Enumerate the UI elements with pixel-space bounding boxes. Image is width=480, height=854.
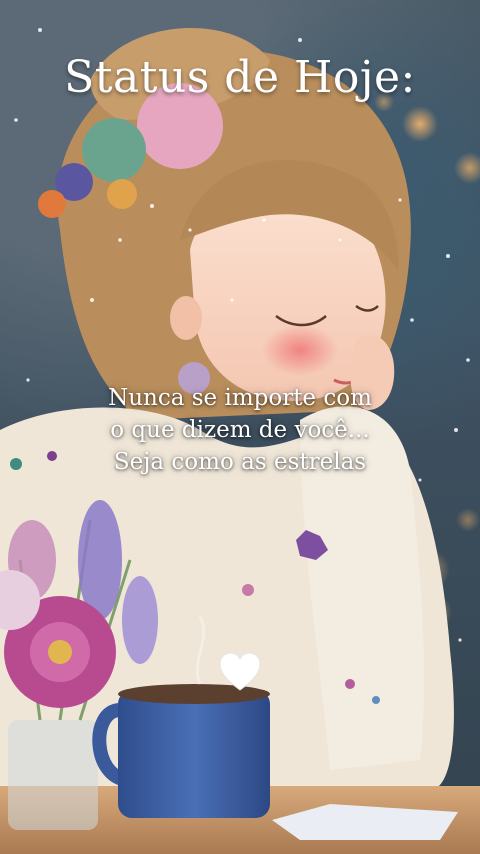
quote-line: Seja como as estrelas bbox=[113, 449, 367, 475]
bokeh-light bbox=[454, 152, 480, 184]
hair-pompom bbox=[38, 190, 66, 218]
cheek bbox=[262, 324, 338, 376]
status-title: Status de Hoje: bbox=[64, 52, 416, 103]
sweater-dot bbox=[10, 458, 22, 470]
vase bbox=[8, 720, 98, 830]
flower-center bbox=[48, 640, 72, 664]
hair-pompom bbox=[82, 118, 146, 182]
ear bbox=[170, 296, 202, 340]
bokeh-light bbox=[456, 508, 480, 532]
quote-line: Nunca se importe com bbox=[108, 385, 372, 411]
sweater-dot bbox=[345, 679, 355, 689]
heart-icon bbox=[219, 652, 261, 691]
bokeh-light bbox=[402, 106, 438, 142]
status-image: Status de Hoje: Nunca se importe com o q… bbox=[0, 0, 480, 854]
sweater-dot bbox=[47, 451, 57, 461]
hair-pompom bbox=[107, 179, 137, 209]
sweater-dot bbox=[372, 696, 380, 704]
lavender bbox=[122, 576, 158, 664]
quote-text: Nunca se importe com o que dizem de você… bbox=[60, 382, 420, 478]
mug bbox=[118, 690, 270, 818]
sweater-dot bbox=[242, 584, 254, 596]
quote-line: o que dizem de você... bbox=[110, 417, 370, 443]
